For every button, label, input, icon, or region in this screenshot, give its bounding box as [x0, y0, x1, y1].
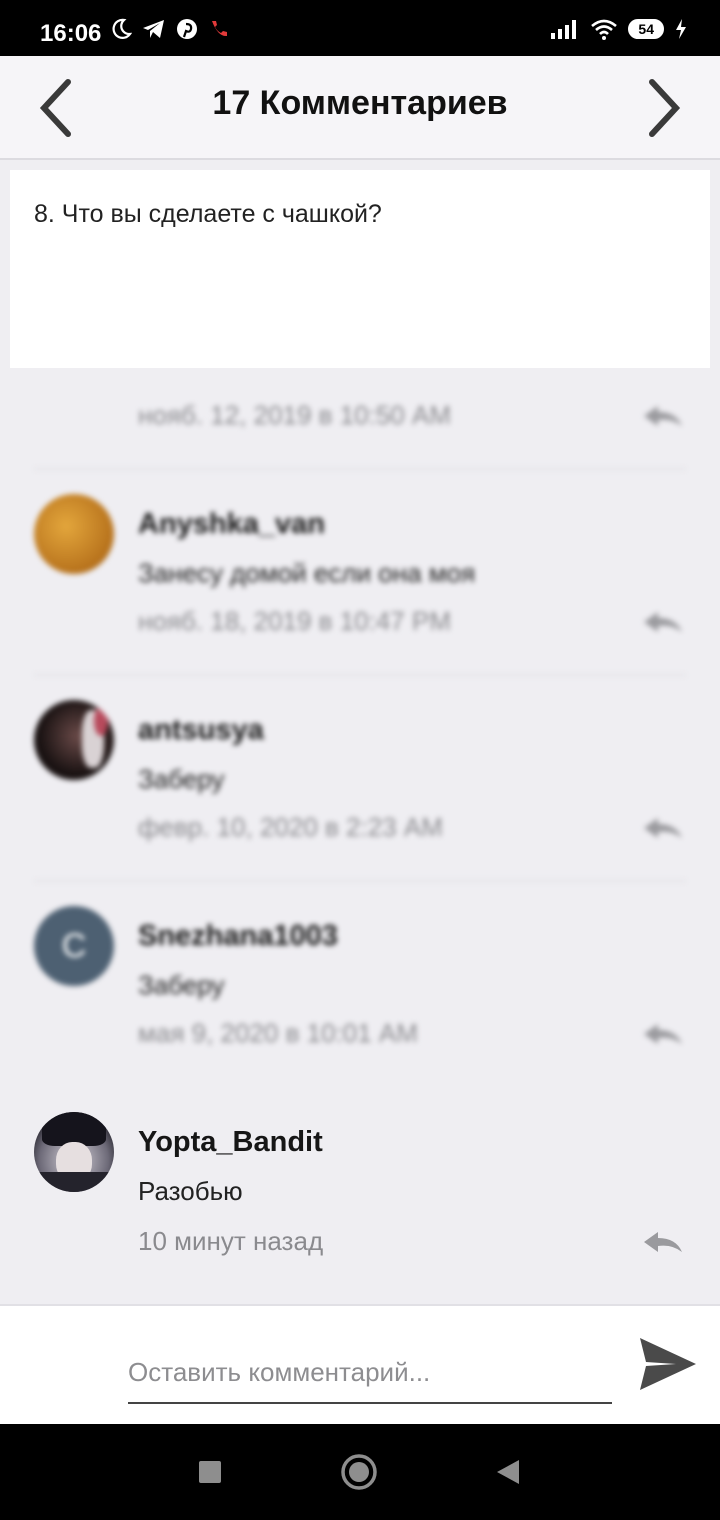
- circle-icon: [341, 1454, 377, 1490]
- comment-text: Заберу: [138, 764, 225, 794]
- reply-icon[interactable]: [642, 610, 684, 634]
- comment-date: 10 минут назад: [138, 1226, 324, 1256]
- home-button[interactable]: [339, 1452, 379, 1492]
- comment-input-bar: [0, 1304, 720, 1424]
- comment-date: мая 9, 2020 в 10:01 AM: [138, 1018, 418, 1048]
- comment-text: Занесу домой если она моя: [138, 558, 476, 588]
- status-time: 16:06: [40, 20, 102, 47]
- status-left-icons: [110, 18, 230, 40]
- avatar-letter: C: [61, 926, 87, 965]
- wifi-icon: [591, 19, 618, 40]
- avatar[interactable]: [34, 700, 114, 780]
- page-title: 17 Комментариев: [212, 84, 508, 122]
- missed-call-icon: [212, 21, 227, 37]
- comment-date: февр. 10, 2020 в 2:23 AM: [138, 812, 443, 842]
- avatar[interactable]: [34, 1112, 114, 1192]
- pinterest-icon: [177, 19, 197, 39]
- reply-icon[interactable]: [642, 1022, 684, 1046]
- comment-author[interactable]: Yopta_Bandit: [138, 1126, 323, 1159]
- comment-item: C Snezhana1003 Заберу мая 9, 2020 в 10:0…: [10, 882, 710, 1088]
- chevron-right-icon: [649, 79, 681, 137]
- question-card: 8. Что вы сделаете с чашкой?: [10, 170, 710, 368]
- telegram-icon: [143, 20, 164, 38]
- question-text: 8. Что вы сделаете с чашкой?: [34, 200, 382, 228]
- reply-icon[interactable]: [642, 816, 684, 840]
- comment-item: нояб. 12, 2019 в 10:50 AM: [10, 378, 710, 470]
- charging-icon: [676, 19, 686, 39]
- comment-date: нояб. 12, 2019 в 10:50 AM: [138, 400, 451, 430]
- send-icon[interactable]: [638, 1336, 698, 1392]
- back-button[interactable]: [488, 1452, 528, 1492]
- comment-author[interactable]: Snezhana1003: [138, 920, 338, 953]
- comment-item: antsusya Заберу февр. 10, 2020 в 2:23 AM: [10, 676, 710, 882]
- comment-item: Yopta_Bandit Разобью 10 минут назад: [10, 1088, 710, 1294]
- triangle-back-icon: [497, 1460, 519, 1484]
- recents-button[interactable]: [190, 1452, 230, 1492]
- battery-indicator: 54: [628, 19, 664, 39]
- comments-list: нояб. 12, 2019 в 10:50 AM Anyshka_van За…: [10, 378, 710, 1294]
- avatar[interactable]: [34, 494, 114, 574]
- comment-text: Заберу: [138, 970, 225, 1000]
- status-right-icons: 54: [550, 18, 688, 40]
- square-icon: [199, 1461, 221, 1483]
- comment-author[interactable]: antsusya: [138, 714, 264, 747]
- avatar[interactable]: C: [34, 906, 114, 986]
- comment-date: нояб. 18, 2019 в 10:47 PM: [138, 606, 451, 636]
- next-button[interactable]: [634, 76, 694, 140]
- moon-icon: [112, 18, 132, 39]
- comment-item: Anyshka_van Занесу домой если она моя но…: [10, 470, 710, 676]
- comment-author[interactable]: Anyshka_van: [138, 508, 325, 541]
- signal-icon: [551, 20, 577, 39]
- reply-icon[interactable]: [642, 404, 684, 428]
- comment-input[interactable]: [128, 1342, 612, 1404]
- comment-text: Разобью: [138, 1176, 243, 1206]
- status-bar: 16:06 54: [0, 0, 720, 56]
- comments-header: 17 Комментариев: [0, 56, 720, 160]
- system-nav-bar: [0, 1424, 720, 1520]
- reply-icon[interactable]: [642, 1230, 684, 1254]
